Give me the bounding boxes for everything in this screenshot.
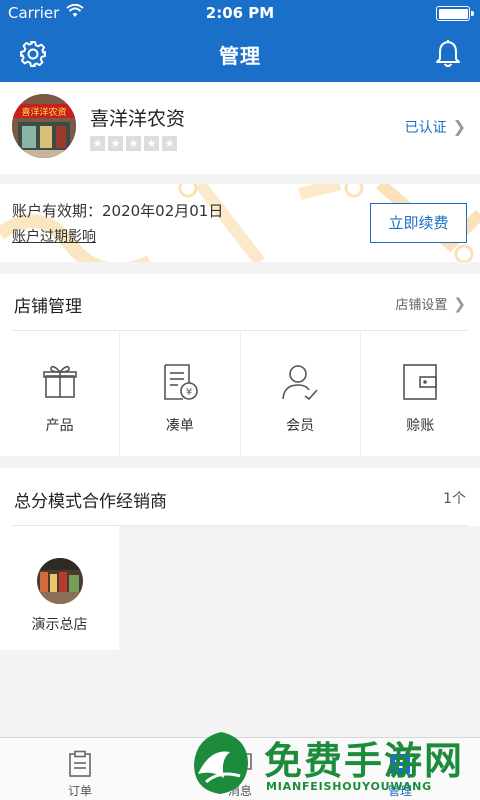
grid-item-label: 赊账 [406, 418, 435, 434]
distributors-header: 总分模式合作经销商 1个 [0, 468, 480, 526]
wallet-icon [403, 364, 438, 400]
grid-item-label: 会员 [286, 418, 315, 434]
grid-item-members[interactable]: 会员 [241, 331, 361, 456]
grid-item-label: 凑单 [165, 418, 194, 434]
shop-name: 喜洋洋农资 [90, 108, 186, 130]
watermark: 免费手游网 MIANFEISHOUYOUWANG [186, 726, 480, 800]
clock: 2:06 PM [205, 4, 275, 22]
svg-text:喜洋洋农资: 喜洋洋农资 [21, 106, 66, 118]
renew-button[interactable]: 立即续费 [370, 203, 467, 243]
clipboard-icon [69, 750, 91, 777]
distributor-card[interactable]: 演示总店 [0, 526, 119, 650]
distributor-count: 1个 [443, 491, 466, 507]
store-settings-link[interactable]: 店铺设置 ❯ [395, 294, 466, 313]
battery-icon [436, 6, 474, 21]
chevron-right-icon: ❯ [452, 117, 466, 136]
grid-item-bill[interactable]: ¥ 凑单 [120, 331, 241, 456]
distributor-avatar [37, 558, 83, 604]
grid-item-label: 产品 [45, 418, 74, 434]
chevron-right-icon: ❯ [453, 295, 466, 313]
section-title: 店铺管理 [14, 297, 82, 317]
watermark-subtitle: MIANFEISHOUYOUWANG [266, 780, 432, 793]
bill-yuan-icon: ¥ [164, 364, 198, 400]
gift-icon [42, 365, 77, 398]
grid-item-products[interactable]: 产品 [0, 331, 121, 456]
page-title: 管理 [219, 44, 261, 68]
watermark-logo-icon [194, 732, 248, 794]
verified-status[interactable]: 已认证 ❯ [405, 117, 466, 137]
store-management-section: 店铺管理 店铺设置 ❯ 产品 ¥ 凑单 会员 赊账 [0, 274, 480, 456]
nav-bar: 管理 [0, 26, 480, 82]
tab-label: 订单 [67, 784, 92, 798]
star-icon: ★ [144, 136, 159, 151]
store-settings-label: 店铺设置 [395, 298, 448, 313]
section-title: 总分模式合作经销商 [14, 492, 167, 512]
top-bar: Carrier 2:06 PM 管理 [0, 0, 480, 82]
svg-text:¥: ¥ [186, 387, 192, 398]
tab-orders[interactable]: 订单 [0, 738, 160, 800]
status-bar: Carrier 2:06 PM [0, 0, 480, 26]
member-icon [282, 365, 318, 401]
bell-icon[interactable] [434, 39, 462, 69]
shop-profile[interactable]: 喜洋洋农资 喜洋洋农资 ★ ★ ★ ★ ★ 已认证 ❯ [0, 82, 480, 174]
shop-avatar: 喜洋洋农资 [12, 94, 76, 158]
distributor-name: 演示总店 [31, 617, 88, 633]
grid-item-credit[interactable]: 赊账 [361, 331, 480, 456]
store-management-header: 店铺管理 店铺设置 ❯ [0, 274, 480, 330]
star-icon: ★ [108, 136, 123, 151]
expire-impact-link[interactable]: 账户过期影响 [12, 226, 96, 246]
validity-text: 账户有效期：2020年02月01日 [12, 202, 224, 220]
verified-label: 已认证 [404, 120, 447, 136]
star-icon: ★ [162, 136, 177, 151]
watermark-title: 免费手游网 [264, 739, 465, 783]
star-icon: ★ [126, 136, 141, 151]
account-validity-banner: 账户有效期：2020年02月01日 账户过期影响 立即续费 [0, 184, 480, 262]
star-icon: ★ [90, 136, 105, 151]
store-grid: 产品 ¥ 凑单 会员 赊账 [0, 331, 480, 456]
rating-stars: ★ ★ ★ ★ ★ [90, 136, 177, 152]
